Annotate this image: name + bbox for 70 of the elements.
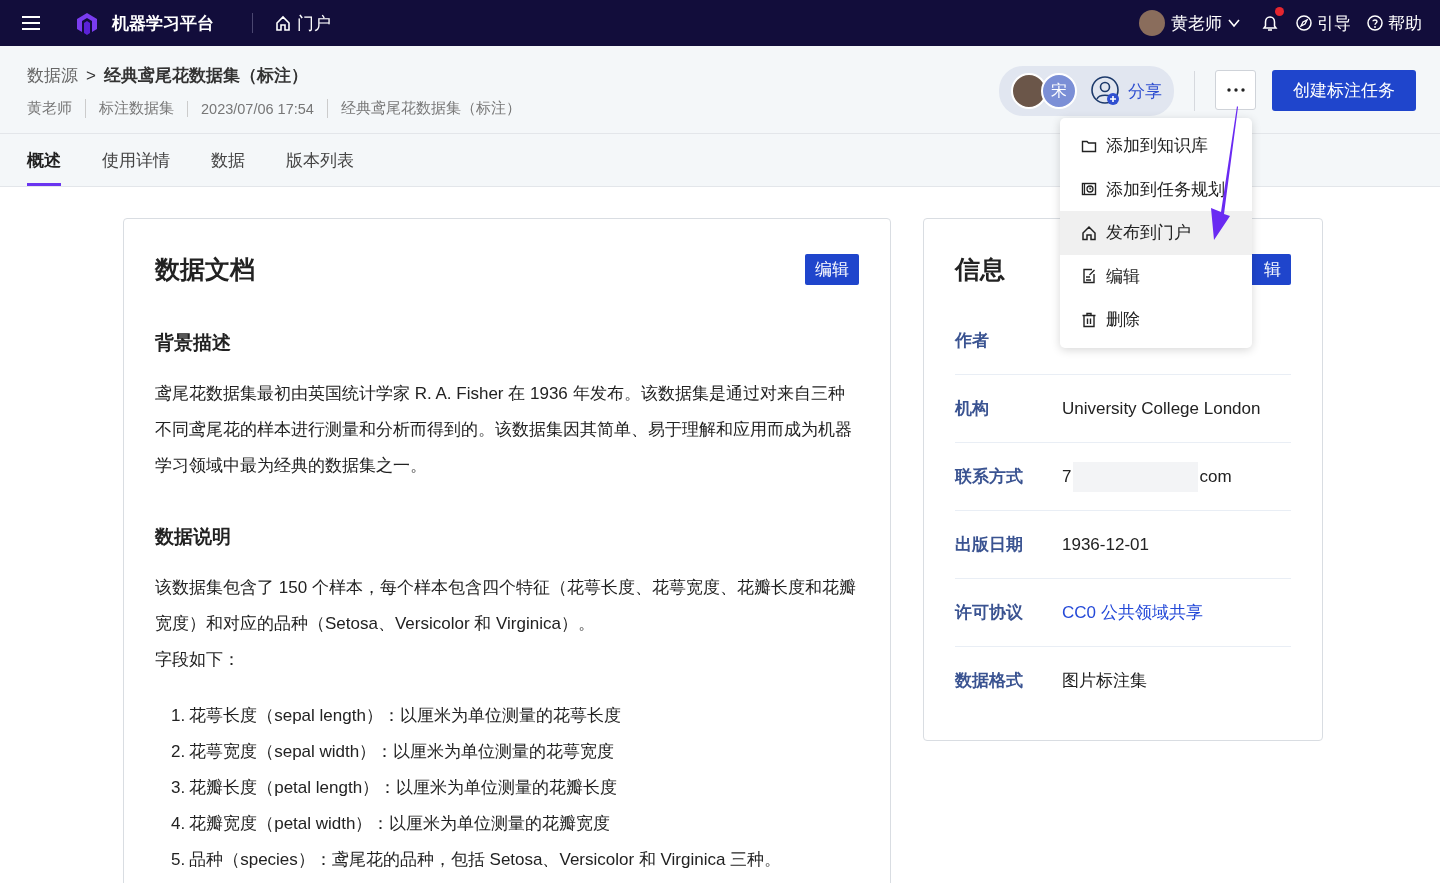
menu-icon[interactable] (22, 15, 40, 31)
home-icon (1081, 224, 1097, 241)
tab[interactable]: 使用详情 (102, 134, 170, 186)
bell-icon (1262, 15, 1278, 31)
field-label: 作者 (955, 330, 990, 352)
menu-item[interactable]: 添加到知识库 (1060, 124, 1252, 168)
calendar-icon (1081, 181, 1097, 198)
more-button[interactable] (1215, 70, 1256, 110)
menu-item[interactable]: 发布到门户 (1060, 211, 1252, 255)
tab[interactable]: 概述 (27, 134, 61, 186)
section-heading: 背景描述 (155, 331, 232, 355)
list-item-text: 花瓣宽度（petal width）：以厘米为单位测量的花瓣宽度 (189, 813, 611, 835)
breadcrumb-link[interactable]: 数据源 (27, 64, 78, 87)
list-item-text: 花萼宽度（sepal width）：以厘米为单位测量的花萼宽度 (189, 741, 615, 763)
add-user-icon (1091, 76, 1121, 106)
field-value: 图片标注集 (1062, 670, 1147, 692)
paragraph: 字段如下： (155, 649, 241, 671)
meta-text: 黄老师 (27, 99, 72, 118)
field-value: University College London (1062, 398, 1261, 419)
list-number: 5. (171, 849, 186, 871)
field-label: 数据格式 (955, 670, 1024, 692)
edit-icon (1081, 268, 1097, 285)
edit-button[interactable]: 编辑 (805, 254, 859, 285)
more-icon (1226, 88, 1245, 92)
tab[interactable]: 数据 (211, 134, 245, 186)
card-title: 信息 (955, 254, 1005, 285)
compass-icon (1296, 15, 1312, 31)
share-button[interactable]: 分享 (1091, 76, 1162, 106)
avatar: 宋 (1041, 73, 1077, 109)
meta-text: 2023/07/06 17:54 (187, 100, 314, 117)
list-number: 3. (171, 777, 186, 799)
create-task-button[interactable]: 创建标注任务 (1272, 70, 1416, 111)
home-icon (275, 15, 291, 31)
list-number: 2. (171, 741, 186, 763)
tab[interactable]: 版本列表 (286, 134, 354, 186)
field-value: 7 (1062, 466, 1072, 487)
breadcrumb-current: 经典鸢尾花数据集（标注） (103, 65, 308, 87)
notification-bell[interactable] (1262, 7, 1284, 31)
field-value: com (1199, 466, 1232, 487)
paragraph: 该数据集包含了 150 个样本，每个样本包含四个特征（花萼长度、花萼宽度、花瓣长度和花瓣宽度）和对应的品种（Setosa、Versicolor 和 Virginica）。 (155, 577, 857, 635)
list-item-text: 花萼长度（sepal length）：以厘米为单位测量的花萼长度 (189, 705, 621, 727)
field-value: 1936-12-01 (1062, 534, 1149, 555)
list-number: 4. (171, 813, 186, 835)
list-item-text: 花瓣长度（petal length）：以厘米为单位测量的花瓣长度 (189, 777, 618, 799)
trash-icon (1081, 311, 1097, 328)
paragraph: 鸢尾花数据集最初由英国统计学家 R. A. Fisher 在 1936 年发布。该数据集是通过对来自三种不同鸢尾花的样本进行测量和分析而得到的。该数据集因其简单、易于理解和应用而成为机器学习领域中最为经典的数据集之一。 (155, 383, 853, 477)
chevron-down-icon (1228, 18, 1240, 28)
menu-item[interactable]: 删除 (1060, 298, 1252, 342)
help-icon (1367, 15, 1383, 31)
menu-item[interactable]: 添加到任务规划 (1060, 167, 1252, 211)
field-label: 出版日期 (955, 534, 1024, 556)
list-item-text: 品种（species）：鸢尾花的品种，包括 Setosa、Versicolor 和 Virginica 三种。 (189, 849, 782, 871)
field-label: 许可协议 (955, 602, 1024, 624)
list-number: 1. (171, 705, 186, 727)
breadcrumb-separator: > (86, 65, 96, 86)
user-menu[interactable]: 黄老师 (1139, 10, 1240, 36)
meta-text: 标注数据集 (85, 99, 174, 118)
logo-icon (74, 10, 100, 36)
card-title: 数据文档 (155, 254, 255, 285)
avatar (1139, 10, 1165, 36)
help-link[interactable]: 帮助 (1367, 11, 1422, 35)
app-name: 机器学习平台 (112, 12, 214, 35)
menu-item[interactable]: 编辑 (1060, 254, 1252, 298)
meta-text: 经典鸢尾花数据集（标注） (326, 99, 521, 118)
license-link[interactable]: CC0 公共领域共享 (1062, 601, 1203, 624)
field-label: 联系方式 (955, 466, 1024, 488)
section-heading: 数据说明 (155, 525, 232, 549)
portal-link[interactable]: 门户 (275, 11, 331, 35)
field-label: 机构 (955, 398, 990, 420)
guide-link[interactable]: 引导 (1296, 11, 1351, 35)
